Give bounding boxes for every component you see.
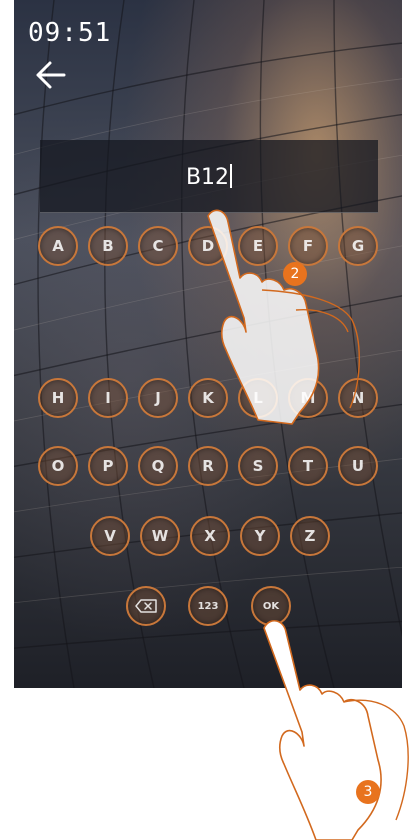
key-r[interactable]: R [188, 446, 228, 486]
key-a[interactable]: A [38, 226, 78, 266]
key-f[interactable]: F [288, 226, 328, 266]
key-h[interactable]: H [38, 378, 78, 418]
key-v[interactable]: V [90, 516, 130, 556]
key-s[interactable]: S [238, 446, 278, 486]
key-u[interactable]: U [338, 446, 378, 486]
key-p[interactable]: P [88, 446, 128, 486]
key-c[interactable]: C [138, 226, 178, 266]
key-t[interactable]: T [288, 446, 328, 486]
key-w[interactable]: W [140, 516, 180, 556]
key-b[interactable]: B [88, 226, 128, 266]
ok-key[interactable]: OK [251, 586, 291, 626]
key-l[interactable]: L [238, 378, 278, 418]
text-caret [230, 164, 233, 188]
step-3-badge: 3 [356, 780, 380, 804]
key-m[interactable]: M [288, 378, 328, 418]
arrow-left-icon [36, 61, 66, 89]
key-j[interactable]: J [138, 378, 178, 418]
key-q[interactable]: Q [138, 446, 178, 486]
code-input-value: B12 [185, 165, 230, 190]
key-i[interactable]: I [88, 378, 128, 418]
key-y[interactable]: Y [240, 516, 280, 556]
key-z[interactable]: Z [290, 516, 330, 556]
background-tiles [14, 0, 402, 688]
key-d[interactable]: D [188, 226, 228, 266]
key-k[interactable]: K [188, 378, 228, 418]
device-screen: 09:51 B12 A B C D E F G H I J K L M N O … [14, 0, 402, 688]
backspace-key[interactable] [126, 586, 166, 626]
key-o[interactable]: O [38, 446, 78, 486]
back-button[interactable] [32, 58, 68, 92]
backspace-icon [135, 599, 157, 613]
numbers-key[interactable]: 123 [188, 586, 228, 626]
key-n[interactable]: N [338, 378, 378, 418]
status-clock: 09:51 [28, 18, 112, 48]
key-e[interactable]: E [238, 226, 278, 266]
key-g[interactable]: G [338, 226, 378, 266]
key-x[interactable]: X [190, 516, 230, 556]
code-input-field[interactable]: B12 [40, 140, 378, 213]
step-2-badge: 2 [283, 262, 307, 286]
